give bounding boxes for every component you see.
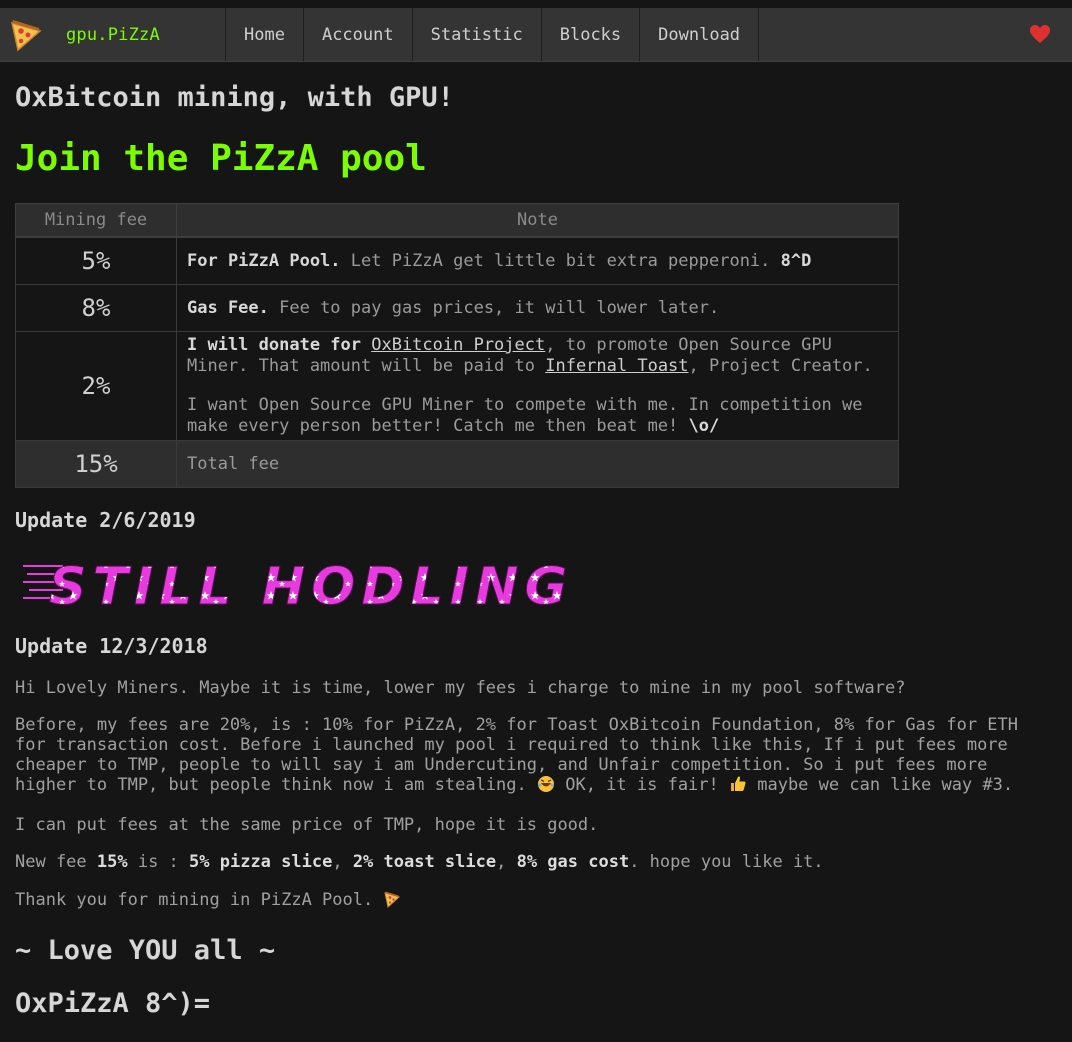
top-navbar: gpu.PiZzA Home Account Statistic Blocks … bbox=[0, 8, 1072, 62]
paragraph-text: OK, it is fair! bbox=[555, 775, 729, 795]
paragraph-new-fee: New fee 15% is : 5% pizza slice, 2% toas… bbox=[15, 852, 1057, 872]
note-text: , Project Creator. bbox=[688, 356, 873, 376]
update-heading: Update 2/6/2019 bbox=[15, 508, 196, 532]
thumbs-up-icon bbox=[729, 775, 747, 798]
note-text: Let PiZzA get little bit extra pepperoni… bbox=[340, 250, 781, 271]
table-row-total: 15% Total fee bbox=[15, 440, 899, 488]
fee-value: 15% bbox=[15, 440, 177, 488]
laugh-emoji-icon bbox=[537, 775, 555, 798]
note-tail: \o/ bbox=[688, 416, 720, 436]
paragraph-text: New fee bbox=[15, 852, 97, 872]
fee-value: 2% bbox=[15, 331, 177, 441]
note-tail: 8^D bbox=[780, 250, 812, 271]
brand[interactable]: gpu.PiZzA bbox=[0, 8, 226, 61]
pizza-slice-bold: 5% pizza slice bbox=[189, 852, 333, 872]
paragraph-text: maybe we can like way #3. bbox=[747, 775, 1014, 795]
heart-icon[interactable] bbox=[1028, 22, 1052, 46]
note-text: Fee to pay gas prices, it will lower lat… bbox=[268, 297, 720, 318]
page-title: OxBitcoin mining, with GPU! bbox=[15, 82, 454, 113]
donation-paragraph: I will donate for OxBitcoin Project, to … bbox=[187, 335, 888, 377]
fee-value: 5% bbox=[15, 236, 177, 285]
nav-account[interactable]: Account bbox=[304, 8, 413, 61]
oxbitcoin-project-link[interactable]: OxBitcoin Project bbox=[371, 335, 545, 355]
pizza-icon[interactable] bbox=[6, 15, 46, 55]
love-heading: ~ Love YOU all ~ bbox=[15, 935, 276, 966]
gas-cost-bold: 8% gas cost bbox=[516, 852, 630, 872]
table-row: 5% For PiZzA Pool. Let PiZzA get little … bbox=[15, 236, 899, 285]
note-text: I want Open Source GPU Miner to compete … bbox=[187, 395, 863, 436]
signature: OxPiZzA 8^)= bbox=[15, 988, 211, 1019]
note-bold: Gas Fee. bbox=[187, 297, 269, 318]
fee-note: Total fee bbox=[176, 440, 899, 488]
nav-download[interactable]: Download bbox=[640, 8, 760, 61]
nav-statistic[interactable]: Statistic bbox=[413, 8, 542, 61]
banner-text: STILL HODLING bbox=[49, 557, 573, 610]
update-heading: Update 12/3/2018 bbox=[15, 634, 208, 658]
table-header-row: Mining fee Note bbox=[15, 203, 899, 238]
join-heading: Join the PiZzA pool bbox=[15, 138, 427, 179]
fee-note: Gas Fee. Fee to pay gas prices, it will … bbox=[176, 284, 899, 332]
paragraph: Before, my fees are 20%, is : 10% for Pi… bbox=[15, 715, 1057, 798]
brand-name[interactable]: gpu.PiZzA bbox=[66, 25, 160, 45]
table-row: 2% I will donate for OxBitcoin Project, … bbox=[15, 331, 899, 441]
top-strip bbox=[0, 0, 1072, 8]
fee-note: I will donate for OxBitcoin Project, to … bbox=[176, 331, 899, 441]
paragraph-text: , bbox=[496, 852, 517, 872]
pizza-icon bbox=[383, 890, 401, 913]
paragraph: Thank you for mining in PiZzA Pool. bbox=[15, 890, 1057, 913]
fee-value: 8% bbox=[15, 284, 177, 332]
still-hodling-banner: STILL HODLING bbox=[23, 552, 1057, 618]
main-content: OxBitcoin mining, with GPU! Join the PiZ… bbox=[0, 81, 1072, 1019]
paragraph-text: , bbox=[332, 852, 353, 872]
nav-blocks[interactable]: Blocks bbox=[542, 8, 641, 61]
col-mining-fee: Mining fee bbox=[15, 203, 177, 238]
table-row: 8% Gas Fee. Fee to pay gas prices, it wi… bbox=[15, 284, 899, 332]
fee-table: Mining fee Note 5% For PiZzA Pool. Let P… bbox=[15, 203, 899, 488]
fee-note: For PiZzA Pool. Let PiZzA get little bit… bbox=[176, 236, 899, 285]
note-bold: For PiZzA Pool. bbox=[187, 250, 341, 271]
infernal-toast-link[interactable]: Infernal Toast bbox=[545, 356, 688, 376]
paragraph-text: Thank you for mining in PiZzA Pool. bbox=[15, 890, 374, 910]
paragraph-text: . hope you like it. bbox=[629, 852, 824, 872]
compete-paragraph: I want Open Source GPU Miner to compete … bbox=[187, 395, 888, 437]
paragraph-text: is : bbox=[127, 852, 190, 872]
paragraph: I can put fees at the same price of TMP,… bbox=[15, 815, 599, 835]
paragraph: Hi Lovely Miners. Maybe it is time, lowe… bbox=[15, 678, 906, 698]
nav-home[interactable]: Home bbox=[226, 8, 304, 61]
col-note: Note bbox=[176, 203, 899, 238]
toast-slice-bold: 2% toast slice bbox=[352, 852, 497, 872]
note-bold: I will donate for bbox=[187, 335, 372, 355]
fee-total-bold: 15% bbox=[96, 852, 128, 872]
